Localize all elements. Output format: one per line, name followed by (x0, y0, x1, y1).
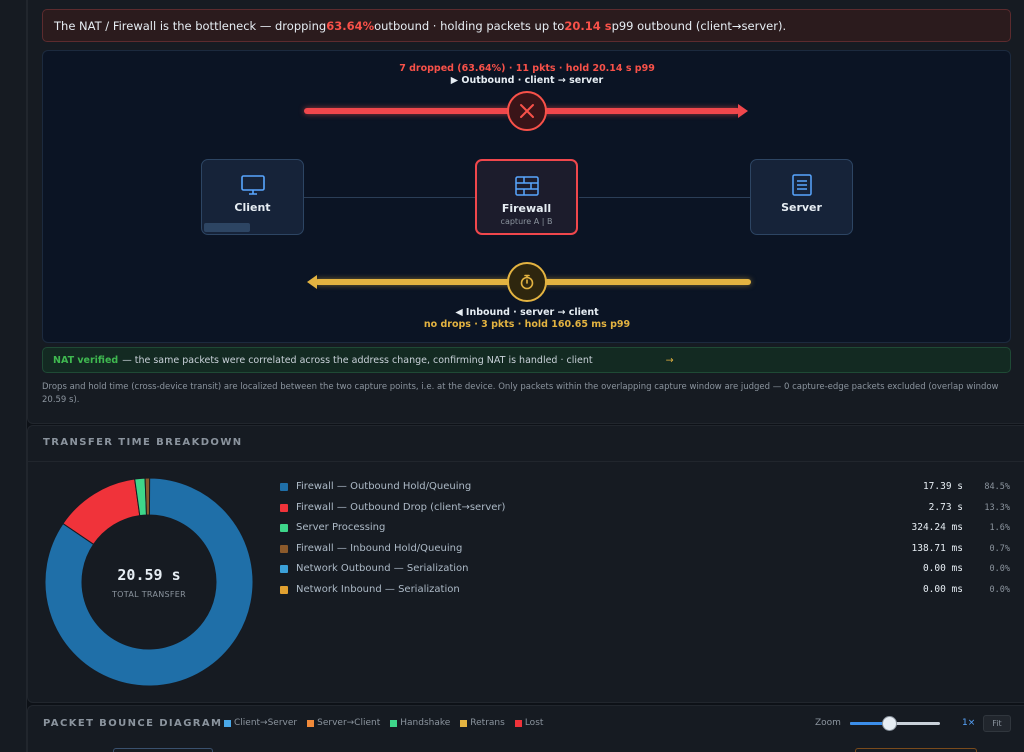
breakdown-legend-item: Firewall — Outbound Drop (client→server)… (280, 501, 1010, 517)
redacted-address (204, 223, 250, 232)
server-icon (791, 174, 812, 196)
zoom-label: Zoom (815, 718, 841, 728)
legend-swatch (390, 719, 398, 727)
node-client[interactable]: Client (201, 159, 304, 235)
node-name: Server (781, 201, 822, 214)
firewall-server-link (579, 197, 751, 198)
legend-label: Firewall — Outbound Drop (client→server) (296, 501, 506, 513)
outbound-label: ▶ Outbound · client → server (450, 75, 604, 86)
legend-label: Network Outbound — Serialization (296, 563, 469, 575)
capture-note: Drops and hold time (cross-device transi… (42, 382, 999, 405)
legend-pct: 1.6% (989, 523, 1010, 534)
legend-swatch (460, 719, 468, 727)
nat-verified-label: NAT verified (53, 354, 119, 366)
node-server[interactable]: Server (750, 159, 853, 235)
legend-label: Server Processing (296, 522, 386, 534)
legend-value: 0.00 ms (922, 584, 963, 595)
legend-label: Firewall — Inbound Hold/Queuing (296, 542, 463, 554)
breakdown-legend-item: Firewall — Outbound Hold/Queuing 17.39 s 8… (280, 480, 1010, 496)
lane-client-peek (113, 748, 213, 752)
legend-swatch (514, 719, 522, 727)
hold-badge[interactable] (507, 262, 547, 302)
firewall-icon (514, 176, 539, 196)
node-name: Firewall (501, 202, 552, 215)
legend-label: Network Inbound — Serialization (296, 584, 460, 595)
legend-pct: 0.0% (989, 585, 1010, 595)
legend-label: Lost (524, 718, 544, 728)
legend-label: Handshake (400, 718, 451, 728)
legend-value: 2.73 s (928, 501, 963, 513)
node-name: Client (234, 201, 271, 214)
node-firewall[interactable]: Firewall capture A | B (475, 159, 578, 235)
legend-pct: 13.3% (984, 502, 1010, 513)
bounce-title: PACKET BOUNCE DIAGRAM (43, 718, 223, 729)
nat-verified-banner: NAT verified — the same packets were cor… (42, 347, 1011, 373)
alert-middle: outbound · holding packets up to (374, 18, 565, 33)
breakdown-legend-item: Network Inbound — Serialization 0.00 ms 0.… (280, 583, 1010, 599)
bottleneck-alert: The NAT / Firewall is the bottleneck — d… (42, 9, 1011, 42)
inbound-stats: no drops · 3 pkts · hold 160.65 ms p99 (423, 319, 631, 330)
lane-server-peek (855, 748, 977, 752)
alert-prefix: The NAT / Firewall is the bottleneck — d… (54, 18, 327, 33)
legend-value: 17.39 s (922, 481, 963, 492)
legend-label: Retrans (470, 718, 505, 728)
breakdown-legend-item: Firewall — Inbound Hold/Queuing 138.71 ms… (280, 542, 1010, 558)
legend-swatch (224, 719, 231, 727)
monitor-icon (240, 175, 265, 195)
legend-swatch (280, 586, 288, 594)
zoom-value: 1× (962, 718, 976, 728)
donut-slice[interactable] (144, 477, 151, 516)
legend-label: Firewall — Outbound Hold/Queuing (296, 481, 472, 492)
close-icon (520, 104, 534, 118)
bounce-legend-item: Server→Client (307, 718, 380, 728)
stopwatch-icon (520, 274, 534, 290)
alert-suffix: p99 outbound (client→server). (611, 18, 787, 33)
topology-diagram: 7 dropped (63.64%) · 11 pkts · hold 20.1… (42, 50, 1011, 343)
total-transfer-label: TOTAL TRANSFER (112, 590, 186, 599)
legend-label: Server→Client (317, 718, 381, 728)
bounce-legend-item: Retrans (460, 718, 505, 728)
bounce-legend-item: Lost (514, 718, 544, 728)
left-rail (0, 0, 27, 752)
legend-swatch (280, 483, 288, 491)
fit-button[interactable]: Fit (983, 715, 1011, 732)
bounce-legend: Client→Server Server→Client Handshake Retra… (224, 718, 543, 728)
legend-pct: 0.7% (989, 543, 1010, 554)
alert-drop-pct: 63.64% (326, 18, 375, 33)
bounce-legend-item: Client→Server (224, 718, 297, 728)
legend-swatch (280, 544, 288, 553)
alert-hold-time: 20.14 s (564, 18, 612, 33)
legend-value: 138.71 ms (911, 542, 963, 554)
legend-pct: 0.0% (989, 564, 1010, 575)
legend-swatch (280, 503, 288, 512)
breakdown-title: TRANSFER TIME BREAKDOWN (43, 437, 243, 448)
legend-value: 0.00 ms (922, 563, 963, 575)
node-sub: capture A | B (500, 217, 553, 226)
legend-swatch (307, 719, 315, 727)
legend-value: 324.24 ms (911, 522, 963, 534)
legend-swatch (280, 524, 288, 533)
zoom-slider-handle[interactable] (882, 716, 897, 731)
drop-badge[interactable] (507, 91, 547, 131)
bounce-legend-item: Handshake (390, 718, 450, 728)
nat-tail: → (665, 354, 674, 366)
breakdown-legend-item: Server Processing 324.24 ms 1.6% (280, 521, 1010, 537)
total-transfer-value: 20.59 s (117, 566, 181, 584)
legend-swatch (280, 565, 288, 574)
breakdown-divider (27, 461, 1024, 462)
client-firewall-link (303, 197, 475, 198)
breakdown-legend-item: Network Outbound — Serialization 0.00 ms 0… (280, 562, 1010, 578)
legend-label: Client→Server (234, 718, 298, 728)
nat-text: — the same packets were correlated acros… (122, 354, 593, 366)
legend-pct: 84.5% (984, 482, 1010, 492)
